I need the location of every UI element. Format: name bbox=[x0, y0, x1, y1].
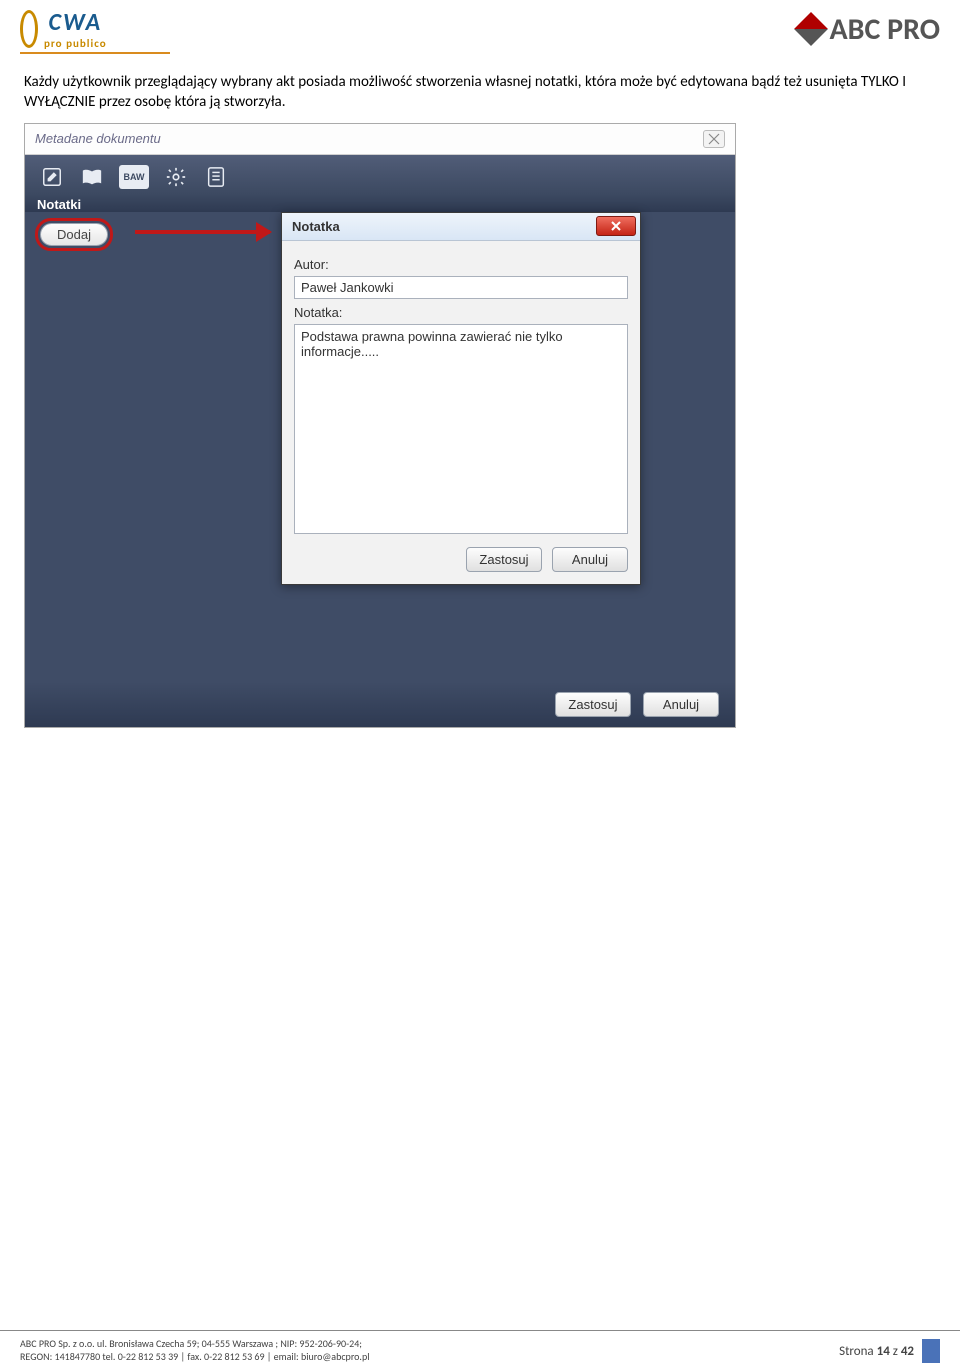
header-underline bbox=[20, 52, 170, 54]
page-current: 14 bbox=[877, 1344, 890, 1359]
cwa-logo: CWA pro publico bbox=[20, 8, 107, 50]
abcpro-logo: ABC PRO bbox=[799, 11, 940, 48]
book-icon[interactable] bbox=[79, 165, 105, 189]
page-header: CWA pro publico ABC PRO bbox=[0, 0, 960, 52]
baw-icon[interactable]: BAW bbox=[119, 165, 149, 189]
abcpro-logo-text: ABC PRO bbox=[829, 11, 940, 48]
app-toolbar: BAW bbox=[25, 155, 735, 193]
page-footer: ABC PRO Sp. z o.o. ul. Bronisława Czecha… bbox=[0, 1330, 960, 1369]
note-label: Notatka: bbox=[294, 305, 628, 320]
notatka-close-button[interactable] bbox=[596, 216, 636, 236]
page-number: Strona 14 z 42 bbox=[839, 1339, 940, 1363]
notatka-dialog: Notatka Autor: Notatka: Zastosuj Anuluj bbox=[281, 212, 641, 585]
tab-notatki[interactable]: Notatki bbox=[37, 197, 81, 212]
page-sep: z bbox=[890, 1344, 901, 1359]
close-icon bbox=[610, 220, 622, 232]
gear-icon[interactable] bbox=[163, 165, 189, 189]
workspace: Dodaj Notatka Autor: Notatka: Zastosuj A… bbox=[25, 212, 735, 682]
metadata-window-titlebar: Metadane dokumentu bbox=[25, 124, 735, 155]
outer-apply-button[interactable]: Zastosuj bbox=[555, 692, 631, 717]
app-screenshot: Metadane dokumentu BAW Notatki Dodaj bbox=[24, 123, 736, 728]
metadata-close-button[interactable] bbox=[703, 130, 725, 148]
note-textarea[interactable] bbox=[294, 324, 628, 534]
footer-line1: ABC PRO Sp. z o.o. ul. Bronisława Czecha… bbox=[20, 1337, 370, 1350]
metadata-footer-bar: Zastosuj Anuluj bbox=[25, 682, 735, 727]
notatka-cancel-button[interactable]: Anuluj bbox=[552, 547, 628, 572]
close-icon bbox=[708, 133, 720, 145]
page-label-pre: Strona bbox=[839, 1344, 877, 1359]
edit-icon[interactable] bbox=[39, 165, 65, 189]
notatka-titlebar: Notatka bbox=[282, 213, 640, 241]
body-paragraph: Każdy użytkownik przeglądający wybrany a… bbox=[0, 68, 960, 123]
author-field[interactable] bbox=[294, 276, 628, 299]
footer-line2: REGON: 141847780 tel. 0-22 812 53 39 | f… bbox=[20, 1350, 370, 1363]
cwa-logo-bottom: pro publico bbox=[44, 37, 107, 50]
outer-cancel-button[interactable]: Anuluj bbox=[643, 692, 719, 717]
notatka-apply-button[interactable]: Zastosuj bbox=[466, 547, 542, 572]
author-label: Autor: bbox=[294, 257, 628, 272]
page-total: 42 bbox=[901, 1344, 914, 1359]
tab-strip: Notatki bbox=[25, 193, 735, 212]
metadata-window-title: Metadane dokumentu bbox=[35, 131, 161, 146]
dodaj-highlight: Dodaj bbox=[35, 218, 113, 251]
dodaj-button[interactable]: Dodaj bbox=[40, 223, 108, 246]
page-marker-icon bbox=[922, 1339, 940, 1363]
baw-icon-label: BAW bbox=[124, 172, 145, 182]
cwa-logo-top: CWA bbox=[49, 8, 103, 37]
cwa-oval-icon bbox=[20, 10, 38, 48]
callout-arrow-icon bbox=[135, 230, 270, 234]
list-icon[interactable] bbox=[203, 165, 229, 189]
notatka-title: Notatka bbox=[292, 219, 340, 234]
abcpro-diamond-icon bbox=[795, 12, 829, 46]
